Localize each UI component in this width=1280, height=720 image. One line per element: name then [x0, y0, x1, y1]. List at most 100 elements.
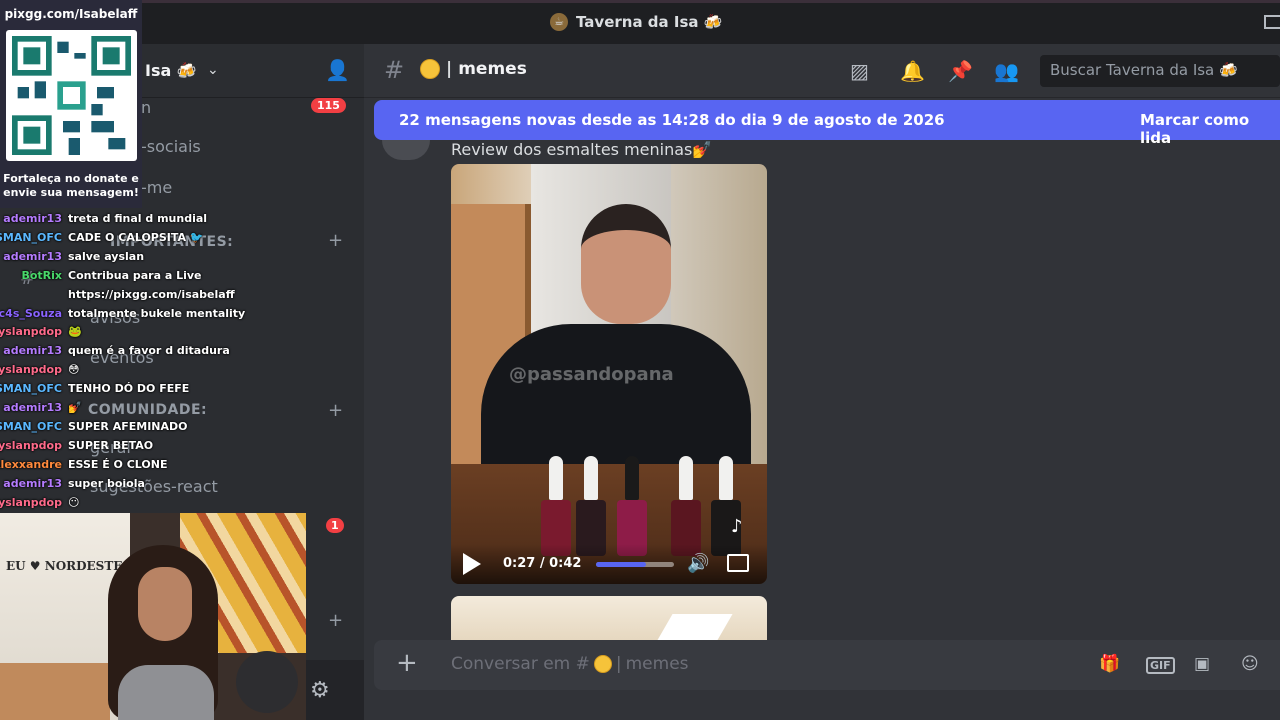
stream-chat-text: treta d final d mundial: [68, 212, 208, 225]
qr-caption: Fortaleça no donate e envie sua mensagem…: [0, 172, 142, 200]
nail-polish-bottle: [711, 456, 741, 556]
stream-chat-text: ESSE É O CLONE: [68, 457, 168, 471]
chevron-down-icon[interactable]: ⌄: [207, 62, 219, 78]
window-title: ☕ Taverna da Isa 🍻: [550, 13, 722, 31]
pin-icon[interactable]: 📌: [948, 59, 973, 83]
microphone: [236, 651, 298, 713]
play-icon[interactable]: [463, 553, 481, 575]
stream-chat-user: SMAN_OFC: [0, 382, 62, 396]
sticker-icon[interactable]: ▣: [1194, 654, 1210, 674]
channel-title: | memes: [420, 59, 527, 79]
video-controls: 0:27 / 0:42 🔊: [451, 544, 767, 584]
qr-caption-line-2: envie sua mensagem!: [3, 186, 139, 199]
stream-chat-text: Contribua para a Live: [68, 268, 202, 282]
bell-icon[interactable]: 🔔: [900, 59, 925, 83]
stream-chat-message: SMAN_OFC TENHO DÓ DO FEFE: [0, 382, 240, 398]
stream-chat-message: https://pixgg.com/isabelaff: [0, 288, 240, 304]
stream-chat-user: _Alexxandre: [0, 457, 62, 471]
stream-chat-message: SMAN_OFC SUPER AFEMINADO: [0, 420, 240, 436]
sidebar-channel-1[interactable]: n: [141, 98, 151, 117]
stream-chat-text: salve ayslan: [68, 249, 145, 263]
members-icon[interactable]: 👥: [994, 59, 1019, 83]
laughing-emoji-icon: [593, 655, 612, 673]
stream-chat-message: ayslanpdop 😳: [0, 363, 240, 379]
video-time: 0:27 / 0:42: [503, 556, 582, 571]
stream-chat-text: CADE O CALOPSITA 🐦: [68, 230, 204, 244]
video-frame-head: [581, 204, 671, 324]
laughing-emoji-icon: [420, 59, 440, 79]
app-root: ☕ Taverna da Isa 🍻 Isa 🍻 ⌄ 👤 115 n -soci…: [0, 0, 1280, 720]
stream-chat-user: ademir13: [3, 344, 62, 358]
title-bar: ☕ Taverna da Isa 🍻: [0, 0, 1280, 44]
new-messages-text: 22 mensagens novas desde as 14:28 do dia…: [399, 111, 945, 129]
stream-chat-text: SUPER BETAO: [68, 438, 154, 452]
threads-icon[interactable]: ▨: [850, 59, 869, 83]
tiktok-icon: ♪: [731, 516, 743, 537]
add-channel-icon-2[interactable]: +: [328, 400, 343, 421]
streamer-shirt: [118, 665, 214, 720]
fullscreen-icon[interactable]: [727, 554, 749, 572]
add-member-icon[interactable]: 👤: [325, 58, 350, 82]
gif-icon[interactable]: GIF: [1146, 657, 1175, 674]
nail-polish-bottle: [576, 456, 606, 556]
stream-chat-user: SMAN_OFC: [0, 419, 62, 433]
stream-chat-message: ademir13 💅: [0, 401, 240, 417]
add-channel-icon-3[interactable]: +: [328, 610, 343, 631]
stream-chat-text: 🐸: [68, 325, 82, 339]
stream-chat-text: 😶: [68, 495, 80, 509]
volume-icon[interactable]: 🔊: [687, 553, 709, 574]
add-channel-icon[interactable]: +: [328, 230, 343, 251]
qr-code: [6, 30, 137, 161]
stream-chat-user: c4s_Souza: [0, 306, 62, 320]
avatar[interactable]: [382, 140, 430, 160]
sidebar-channel-3[interactable]: -me: [141, 178, 172, 197]
inbox-icon[interactable]: [1264, 15, 1280, 29]
stream-chat-user: ayslanpdop: [0, 363, 62, 377]
stream-chat-user: ademir13: [3, 212, 62, 225]
tapestry-text: EU ♥ NORDESTE: [6, 559, 123, 573]
new-messages-bar[interactable]: 22 mensagens novas desde as 14:28 do dia…: [374, 100, 1280, 147]
video-player-2[interactable]: [451, 596, 767, 640]
stream-chat-message: c4s_Souza totalmente bukele mentality: [0, 306, 245, 323]
stream-chat-text: super boiola: [68, 476, 145, 490]
stream-chat-user: ayslanpdop: [0, 325, 62, 339]
stream-chat-message: SMAN_OFC CADE O CALOPSITA 🐦: [0, 231, 240, 247]
video-progress-bar[interactable]: [596, 562, 674, 567]
stream-chat-message: _Alexxandre ESSE É O CLONE: [0, 458, 240, 474]
server-name: Isa 🍻: [145, 61, 197, 80]
hash-icon: #: [384, 56, 405, 84]
chat-header: # | memes ▨ 🔔 📌 👥 Buscar Taverna da Isa …: [364, 44, 1280, 98]
stream-chat-message: ademir13 salve ayslan: [0, 250, 240, 266]
streamer: [108, 545, 218, 720]
bottle-cap: [584, 456, 598, 500]
sidebar-channel-2[interactable]: -sociais: [141, 137, 201, 156]
stream-chat-user: SMAN_OFC: [0, 230, 62, 244]
gear-icon[interactable]: ⚙: [310, 678, 330, 703]
gift-icon[interactable]: 🎁: [1099, 654, 1120, 674]
stream-chat-user: ayslanpdop: [0, 495, 62, 509]
stream-chat-message: ayslanpdop 😶: [0, 496, 240, 512]
video-player[interactable]: @passandopana ♪ 0:27 / 0:42 🔊: [451, 164, 767, 584]
nail-polish-bottle: [541, 456, 571, 556]
server-icon: ☕: [550, 13, 568, 31]
message-text: Review dos esmaltes meninas💅: [451, 140, 713, 159]
mark-as-read-button[interactable]: Marcar como lida: [1140, 111, 1280, 147]
qr-url: pixgg.com/Isabelaff: [4, 7, 138, 21]
unread-badge: 1: [326, 518, 344, 533]
stream-chat-text: quem é a favor d ditadura: [68, 344, 230, 358]
emoji-icon[interactable]: ☺: [1241, 654, 1259, 674]
stream-chat-user: BotRix: [21, 268, 62, 282]
qr-caption-line-1: Fortaleça no donate e: [3, 172, 139, 185]
search-input[interactable]: Buscar Taverna da Isa 🍻: [1040, 55, 1280, 87]
add-attachment-icon[interactable]: +: [396, 648, 418, 678]
composer-placeholder[interactable]: Conversar em # | memes: [451, 654, 689, 674]
channel-name: memes: [458, 59, 527, 79]
donate-qr-overlay: pixgg.com/Isabelaff Fortaleça no donate …: [0, 0, 142, 208]
stream-chat-message: ademir13 super boiola: [0, 477, 240, 493]
video-progress-fill: [596, 562, 646, 567]
stream-chat-text: https://pixgg.com/isabelaff: [68, 287, 235, 301]
window-title-text: Taverna da Isa 🍻: [576, 13, 723, 31]
message-composer[interactable]: + Conversar em # | memes 🎁 GIF ▣ ☺: [374, 640, 1280, 690]
placeholder-prefix: Conversar em #: [451, 654, 590, 674]
stream-chat-message: ademir13 treta d final d mundial: [0, 212, 240, 228]
